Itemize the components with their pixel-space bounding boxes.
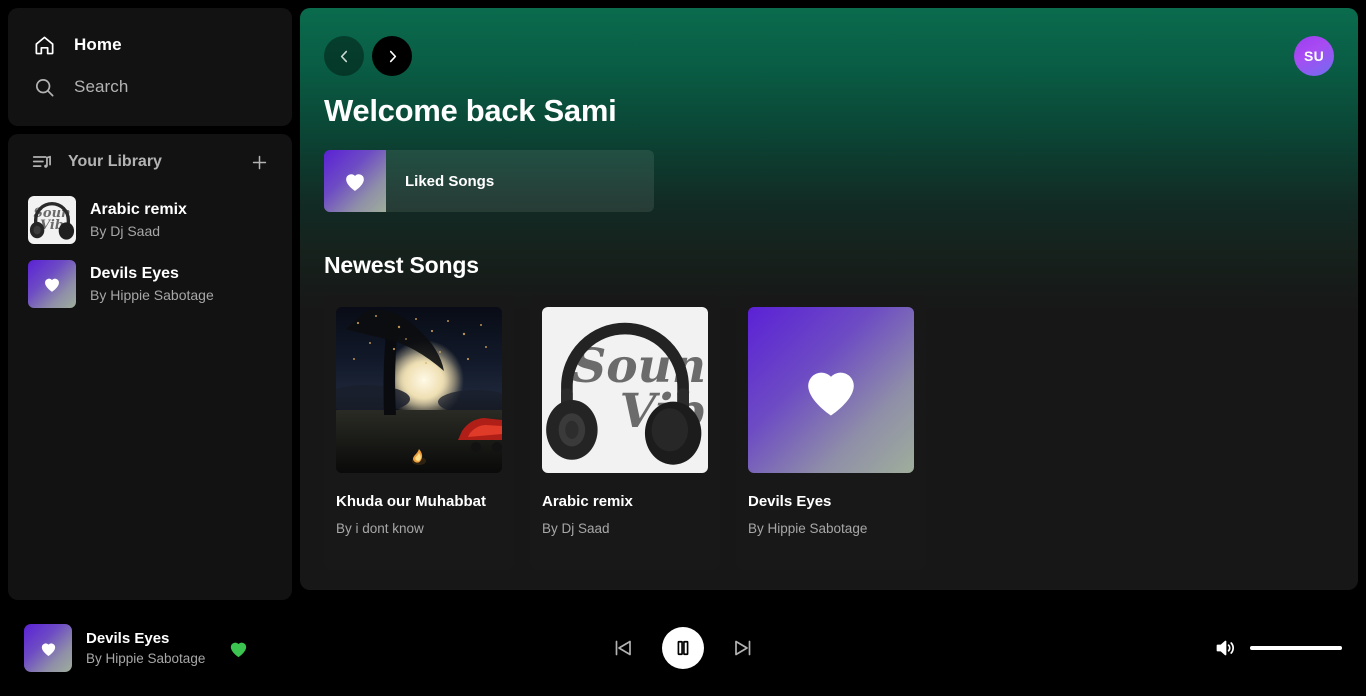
- list-item-meta: Devils Eyes By Hippie Sabotage: [90, 263, 214, 306]
- previous-button[interactable]: [606, 631, 640, 665]
- nav-back-button[interactable]: [324, 36, 364, 76]
- night-scene-artwork: [336, 307, 502, 473]
- plus-icon[interactable]: [246, 149, 272, 175]
- play-pause-button[interactable]: [662, 627, 704, 669]
- list-item[interactable]: Soun Vib Arabic remix By Dj Saad: [16, 188, 284, 252]
- headphones-glyph: [29, 202, 75, 240]
- heart-artwork: [748, 307, 914, 473]
- skip-next-icon: [735, 640, 751, 656]
- heart-artwork: [324, 150, 386, 212]
- heart-icon: [45, 278, 59, 292]
- headphones-artwork: Soun Vib: [542, 307, 708, 473]
- sidebar-item-home[interactable]: Home: [12, 24, 288, 66]
- now-playing-artist: By Hippie Sabotage: [86, 650, 206, 666]
- library-list: Soun Vib Arabic remix By Dj Saad Devils …: [8, 184, 292, 316]
- list-item-subtitle: By Dj Saad: [90, 223, 161, 240]
- section-title: Newest Songs: [324, 252, 479, 278]
- library-icon: [30, 150, 54, 174]
- headphones-artwork: Soun Vib: [28, 196, 76, 244]
- avatar-initials: SU: [1303, 48, 1325, 64]
- heart-artwork: [28, 260, 76, 308]
- page-title: Welcome back Sami: [324, 93, 617, 128]
- album-art: Soun Vib: [28, 196, 76, 244]
- song-card-title: Khuda our Muhabbat: [336, 493, 486, 510]
- sidebar-library-panel: Your Library Soun Vib Arabic remix By Dj…: [8, 134, 292, 600]
- main-content: SU Welcome back Sami Liked Songs Newest …: [300, 8, 1358, 590]
- heart-filled-icon: [231, 642, 247, 657]
- album-art: [24, 624, 72, 672]
- heart-icon: [346, 174, 364, 191]
- player-bar: Devils Eyes By Hippie Sabotage: [0, 600, 1366, 696]
- skip-previous-icon: [615, 640, 631, 656]
- night-scene-glyph: [336, 309, 502, 473]
- album-art: [28, 260, 76, 308]
- album-art: [336, 307, 502, 473]
- list-item-title: Devils Eyes: [90, 264, 179, 282]
- home-icon: [32, 33, 56, 57]
- newest-songs-grid: Khuda our Muhabbat By i dont know Soun V…: [324, 295, 1334, 570]
- sidebar-item-search[interactable]: Search: [12, 66, 288, 108]
- sidebar-nav-panel: Home Search: [8, 8, 292, 126]
- volume-slider[interactable]: [1250, 646, 1342, 650]
- volume-control: [946, 636, 1366, 660]
- now-playing-meta: Devils Eyes By Hippie Sabotage: [86, 628, 205, 669]
- song-card-title: Devils Eyes: [748, 493, 832, 510]
- heart-icon: [41, 642, 55, 656]
- volume-slider-fill: [1250, 646, 1342, 650]
- song-card-subtitle: By Hippie Sabotage: [748, 521, 868, 536]
- list-item-subtitle: By Hippie Sabotage: [90, 287, 214, 304]
- song-card[interactable]: Devils Eyes By Hippie Sabotage: [736, 295, 926, 570]
- heart-icon: [808, 372, 854, 416]
- album-art: [324, 150, 386, 212]
- library-header: Your Library: [8, 140, 292, 184]
- list-item-title: Arabic remix: [90, 200, 187, 218]
- volume-high-icon[interactable]: [1214, 636, 1238, 660]
- album-art: Soun Vib: [542, 307, 708, 473]
- sidebar: Home Search Your Library Soun Vib Arabic…: [8, 8, 292, 600]
- avatar[interactable]: SU: [1294, 36, 1334, 76]
- search-icon: [32, 75, 56, 99]
- headphones-glyph: [546, 322, 702, 465]
- now-playing-title: Devils Eyes: [86, 629, 170, 647]
- nav-forward-button[interactable]: [372, 36, 412, 76]
- next-button[interactable]: [726, 631, 760, 665]
- shortcut-label: Liked Songs: [405, 172, 495, 190]
- library-title: Your Library: [68, 153, 162, 170]
- now-playing: Devils Eyes By Hippie Sabotage: [0, 624, 420, 672]
- shortcuts-row: Liked Songs: [324, 150, 1334, 212]
- chevron-left-icon: [340, 50, 347, 62]
- song-card[interactable]: Soun Vib: [530, 295, 720, 570]
- song-card-title: Arabic remix: [542, 493, 633, 510]
- like-button[interactable]: [227, 637, 250, 660]
- shortcut-liked-songs[interactable]: Liked Songs: [324, 150, 654, 212]
- list-item-meta: Arabic remix By Dj Saad: [90, 199, 187, 242]
- heart-artwork: [24, 624, 72, 672]
- song-card-subtitle: By i dont know: [336, 521, 424, 536]
- sidebar-item-search-label: Search: [74, 77, 129, 96]
- sidebar-item-home-label: Home: [74, 35, 122, 54]
- list-item[interactable]: Devils Eyes By Hippie Sabotage: [16, 252, 284, 316]
- song-card[interactable]: Khuda our Muhabbat By i dont know: [324, 295, 514, 570]
- pause-icon: [677, 640, 689, 656]
- song-card-subtitle: By Dj Saad: [542, 521, 610, 536]
- album-art: [748, 307, 914, 473]
- app-root: Home Search Your Library Soun Vib Arabic…: [0, 0, 1366, 696]
- chevron-right-icon: [389, 50, 396, 62]
- main-topbar: SU: [324, 34, 1334, 78]
- player-controls: [420, 627, 946, 669]
